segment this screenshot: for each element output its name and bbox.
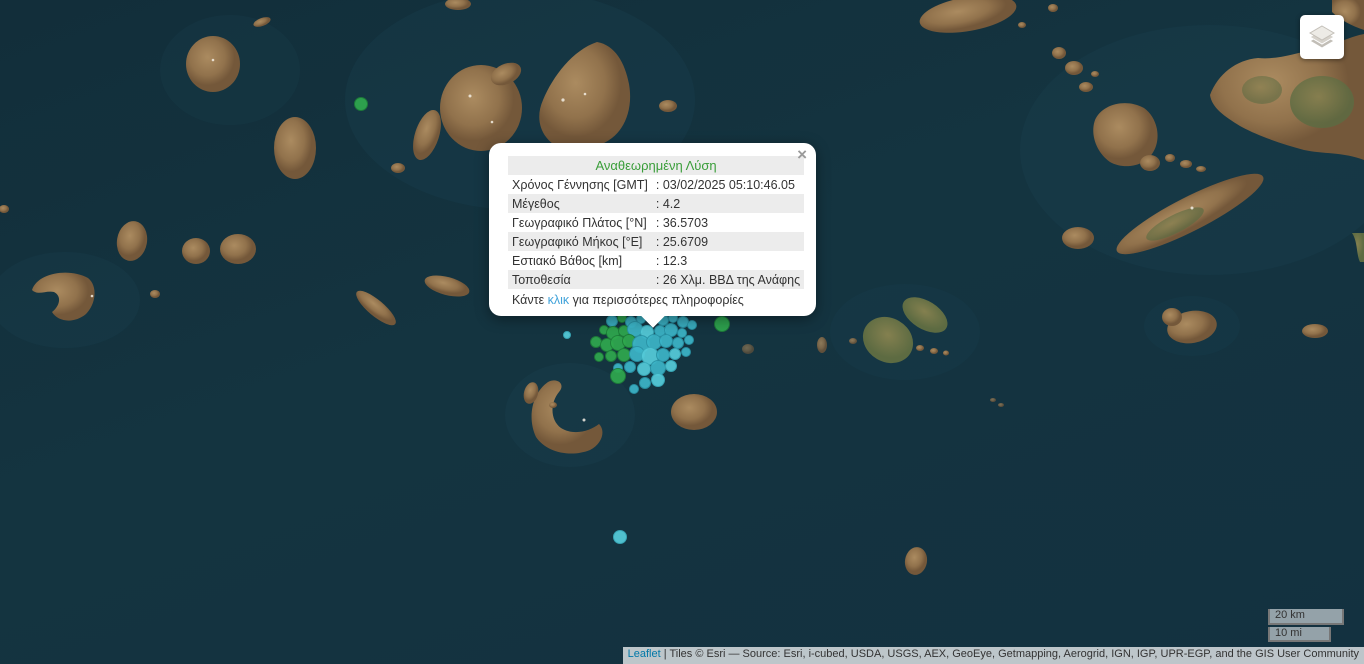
popup-table: Αναθεωρημένη Λύση Χρόνος Γέννησης [GMT]:… bbox=[508, 156, 804, 289]
attribution-bar: Leaflet | Tiles © Esri — Source: Esri, i… bbox=[623, 647, 1364, 664]
earthquake-marker[interactable] bbox=[624, 361, 636, 373]
popup-row-value: : 26 Χλμ. ΒΒΔ της Ανάφης bbox=[652, 270, 804, 289]
popup-footer-prefix: Κάντε bbox=[512, 293, 548, 307]
earthquake-marker[interactable] bbox=[639, 377, 651, 389]
popup-row: Γεωγραφικό Πλάτος [°N]: 36.5703 bbox=[508, 213, 804, 232]
markers-layer bbox=[0, 0, 1364, 664]
scale-bar-mi: 10 mi bbox=[1268, 627, 1331, 643]
earthquake-marker[interactable] bbox=[665, 360, 677, 372]
popup-row: Τοποθεσία: 26 Χλμ. ΒΒΔ της Ανάφης bbox=[508, 270, 804, 289]
popup-row-label: Χρόνος Γέννησης [GMT] bbox=[508, 175, 652, 194]
popup-row-label: Μέγεθος bbox=[508, 194, 652, 213]
earthquake-popup: × Αναθεωρημένη Λύση Χρόνος Γέννησης [GMT… bbox=[489, 143, 816, 316]
popup-row-label: Γεωγραφικό Πλάτος [°N] bbox=[508, 213, 652, 232]
popup-row-label: Τοποθεσία bbox=[508, 270, 652, 289]
earthquake-marker[interactable] bbox=[354, 97, 368, 111]
earthquake-marker[interactable] bbox=[605, 350, 617, 362]
scale-bar-km: 20 km bbox=[1268, 609, 1344, 625]
popup-title: Αναθεωρημένη Λύση bbox=[508, 156, 804, 175]
earthquake-marker[interactable] bbox=[563, 331, 571, 339]
popup-content: Αναθεωρημένη Λύση Χρόνος Γέννησης [GMT]:… bbox=[489, 143, 816, 316]
popup-row-value: : 4.2 bbox=[652, 194, 804, 213]
earthquake-marker[interactable] bbox=[669, 348, 681, 360]
scale-control: 20 km 10 mi bbox=[1268, 609, 1344, 642]
earthquake-marker[interactable] bbox=[610, 368, 626, 384]
earthquake-marker[interactable] bbox=[681, 347, 691, 357]
more-info-link[interactable]: κλικ bbox=[548, 293, 570, 307]
earthquake-marker[interactable] bbox=[687, 320, 697, 330]
attribution-text: Tiles © Esri — Source: Esri, i-cubed, US… bbox=[669, 648, 1359, 660]
popup-footer-suffix: για περισσότερες πληροφορίες bbox=[569, 293, 744, 307]
popup-row: Γεωγραφικό Μήκος [°E]: 25.6709 bbox=[508, 232, 804, 251]
earthquake-marker[interactable] bbox=[684, 335, 694, 345]
earthquake-marker[interactable] bbox=[651, 373, 665, 387]
layers-control-button[interactable] bbox=[1300, 15, 1344, 59]
popup-table-body: Χρόνος Γέννησης [GMT]: 03/02/2025 05:10:… bbox=[508, 175, 804, 289]
popup-row-value: : 12.3 bbox=[652, 251, 804, 270]
earthquake-marker[interactable] bbox=[637, 362, 651, 376]
earthquake-marker[interactable] bbox=[613, 530, 627, 544]
earthquake-marker[interactable] bbox=[659, 334, 673, 348]
popup-footer: Κάντε κλικ για περισσότερες πληροφορίες bbox=[508, 289, 797, 307]
layers-icon bbox=[1307, 22, 1337, 52]
map-canvas[interactable]: × Αναθεωρημένη Λύση Χρόνος Γέννησης [GMT… bbox=[0, 0, 1364, 664]
popup-row: Εστιακό Βάθος [km]: 12.3 bbox=[508, 251, 804, 270]
popup-row-value: : 25.6709 bbox=[652, 232, 804, 251]
popup-row-value: : 36.5703 bbox=[652, 213, 804, 232]
popup-row-label: Γεωγραφικό Μήκος [°E] bbox=[508, 232, 652, 251]
popup-row: Μέγεθος: 4.2 bbox=[508, 194, 804, 213]
popup-row-value: : 03/02/2025 05:10:46.05 bbox=[652, 175, 804, 194]
popup-close-button[interactable]: × bbox=[797, 148, 807, 162]
earthquake-marker[interactable] bbox=[714, 316, 730, 332]
popup-title-row: Αναθεωρημένη Λύση bbox=[508, 156, 804, 175]
popup-row-label: Εστιακό Βάθος [km] bbox=[508, 251, 652, 270]
popup-row: Χρόνος Γέννησης [GMT]: 03/02/2025 05:10:… bbox=[508, 175, 804, 194]
leaflet-link[interactable]: Leaflet bbox=[628, 648, 661, 660]
earthquake-marker[interactable] bbox=[629, 384, 639, 394]
earthquake-marker[interactable] bbox=[594, 352, 604, 362]
